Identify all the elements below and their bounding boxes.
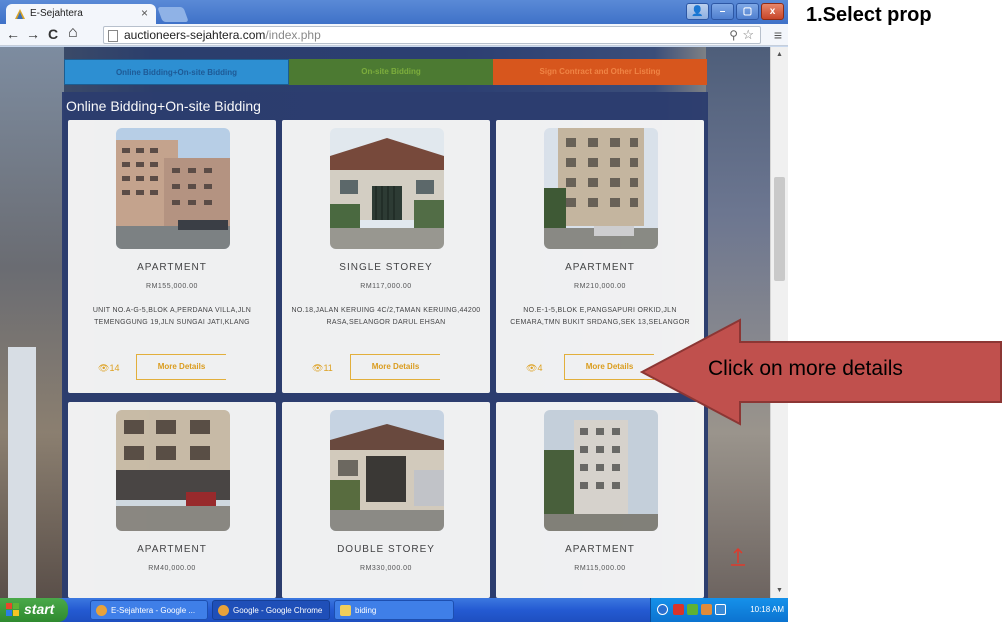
- home-icon[interactable]: ⌂: [68, 24, 78, 42]
- view-count-value: 14: [109, 363, 120, 373]
- property-type: APARTMENT: [565, 262, 635, 273]
- scroll-down-icon[interactable]: ▼: [776, 587, 783, 594]
- screenshot-root: { "browser": { "tab_title": "E-Sejahtera…: [0, 0, 1003, 622]
- property-price: RM115,000.00: [574, 565, 626, 572]
- window-controls: 👤 – ▢ x: [686, 3, 784, 20]
- user-icon[interactable]: 👤: [686, 3, 709, 20]
- tab-close-icon[interactable]: ×: [141, 6, 148, 20]
- forward-arrow-icon[interactable]: →: [26, 26, 40, 42]
- property-photo: [330, 128, 444, 249]
- browser-tab[interactable]: E-Sejahtera ×: [6, 4, 156, 24]
- browser-window: E-Sejahtera × 👤 – ▢ x ← → C ⌂ auctioneer…: [0, 0, 788, 622]
- scroll-up-icon[interactable]: ▲: [776, 51, 783, 58]
- property-photo: [544, 128, 658, 249]
- tray-app-icon[interactable]: [701, 604, 712, 615]
- taskbar-item-google-chrome[interactable]: Google - Google Chrome: [212, 600, 330, 620]
- network-icon[interactable]: [687, 604, 698, 615]
- property-price: RM155,000.00: [146, 283, 198, 290]
- taskbar-item-label: E-Sejahtera - Google ...: [111, 606, 196, 615]
- property-address: NO.18,JALAN KERUING 4C/2,TAMAN KERUING,4…: [291, 307, 481, 326]
- taskbar-item-esejahtera[interactable]: E-Sejahtera - Google ...: [90, 600, 208, 620]
- section-title: Online Bidding+On-site Bidding: [66, 98, 261, 114]
- folder-icon: [340, 605, 351, 616]
- browser-titlebar: E-Sejahtera × 👤 – ▢ x: [0, 0, 788, 24]
- property-card: APARTMENT RM115,000.00: [496, 402, 704, 598]
- property-card: APARTMENT RM155,000.00 UNIT NO.A-G-5,BLO…: [68, 120, 276, 393]
- chrome-icon: [96, 605, 107, 616]
- site-favicon-icon: [15, 9, 25, 19]
- windows-flag-icon: [6, 603, 19, 616]
- scroll-to-top-icon[interactable]: [728, 547, 748, 567]
- property-type: SINGLE STOREY: [339, 262, 433, 273]
- property-type: APARTMENT: [565, 544, 635, 555]
- property-price: RM210,000.00: [574, 283, 626, 290]
- zoom-icon[interactable]: ⚲: [729, 28, 738, 42]
- view-count-value: 4: [537, 363, 543, 373]
- property-type: APARTMENT: [137, 544, 207, 555]
- eye-icon: 👁: [526, 363, 538, 373]
- maximize-button[interactable]: ▢: [736, 3, 759, 20]
- background-column: [8, 347, 36, 598]
- chrome-icon: [218, 605, 229, 616]
- property-type: APARTMENT: [137, 262, 207, 273]
- view-count-value: 11: [323, 363, 333, 373]
- page-icon: [108, 30, 118, 42]
- address-bar[interactable]: auctioneers-sejahtera.com/index.php ⚲ ☆: [103, 26, 761, 44]
- callout-text: Click on more details: [708, 357, 903, 380]
- tray-display-icon[interactable]: [715, 604, 726, 615]
- listing-section: Online Bidding+On-site Bidding APARTMENT…: [62, 92, 708, 598]
- new-tab-button[interactable]: [157, 7, 189, 22]
- windows-taskbar: start E-Sejahtera - Google ... Google - …: [0, 598, 788, 622]
- url-host: auctioneers-sejahtera.com: [124, 28, 266, 42]
- instruction-heading: 1.Select prop: [806, 4, 932, 26]
- property-card: DOUBLE STOREY RM330,000.00: [282, 402, 490, 598]
- view-count: 👁11: [312, 363, 333, 374]
- taskbar-item-label: Google - Google Chrome: [233, 606, 323, 615]
- property-photo: [116, 410, 230, 531]
- property-type: DOUBLE STOREY: [337, 544, 435, 555]
- url-path: /index.php: [265, 28, 321, 42]
- view-count: 👁14: [98, 363, 119, 374]
- tab-online-bidding[interactable]: Online Bidding+On-site Bidding: [64, 59, 289, 85]
- eye-icon: 👁: [98, 363, 110, 373]
- minimize-button[interactable]: –: [711, 3, 734, 20]
- property-photo: [116, 128, 230, 249]
- start-button[interactable]: start: [0, 598, 68, 622]
- property-photo: [330, 410, 444, 531]
- start-label: start: [24, 601, 55, 617]
- system-tray: 10:18 AM: [650, 598, 788, 622]
- tray-back-icon[interactable]: [657, 604, 668, 615]
- more-details-button[interactable]: More Details: [350, 354, 440, 380]
- scrollbar-thumb[interactable]: [774, 177, 785, 281]
- back-arrow-icon[interactable]: ←: [6, 26, 20, 42]
- taskbar-item-label: biding: [355, 606, 377, 615]
- property-price: RM40,000.00: [148, 565, 196, 572]
- property-address: UNIT NO.A-G-5,BLOK A,PERDANA VILLA,JLN T…: [92, 307, 252, 326]
- property-card-grid: APARTMENT RM155,000.00 UNIT NO.A-G-5,BLO…: [68, 120, 704, 598]
- more-details-button[interactable]: More Details: [136, 354, 226, 380]
- property-card: SINGLE STOREY RM117,000.00 NO.18,JALAN K…: [282, 120, 490, 393]
- menu-icon[interactable]: ≡: [774, 27, 782, 43]
- taskbar-clock: 10:18 AM: [750, 605, 784, 614]
- antivirus-icon[interactable]: [673, 604, 684, 615]
- reload-icon[interactable]: C: [48, 26, 58, 42]
- url-text: auctioneers-sejahtera.com/index.php: [124, 28, 321, 42]
- tab-onsite-bidding[interactable]: On-site Bidding: [289, 59, 493, 85]
- browser-tab-title: E-Sejahtera: [30, 8, 83, 19]
- taskbar-item-biding[interactable]: biding: [334, 600, 454, 620]
- tab-sign-contract[interactable]: Sign Contract and Other Listing: [493, 59, 707, 85]
- property-photo: [544, 410, 658, 531]
- close-window-button[interactable]: x: [761, 3, 784, 20]
- property-price: RM330,000.00: [360, 565, 412, 572]
- eye-icon: 👁: [312, 363, 324, 373]
- view-count: 👁4: [526, 363, 542, 374]
- property-price: RM117,000.00: [360, 283, 412, 290]
- bookmark-star-icon[interactable]: ☆: [742, 27, 754, 43]
- category-tabs: Online Bidding+On-site Bidding On-site B…: [64, 59, 707, 85]
- property-card: APARTMENT RM40,000.00: [68, 402, 276, 598]
- browser-toolbar: ← → C ⌂ auctioneers-sejahtera.com/index.…: [0, 24, 788, 46]
